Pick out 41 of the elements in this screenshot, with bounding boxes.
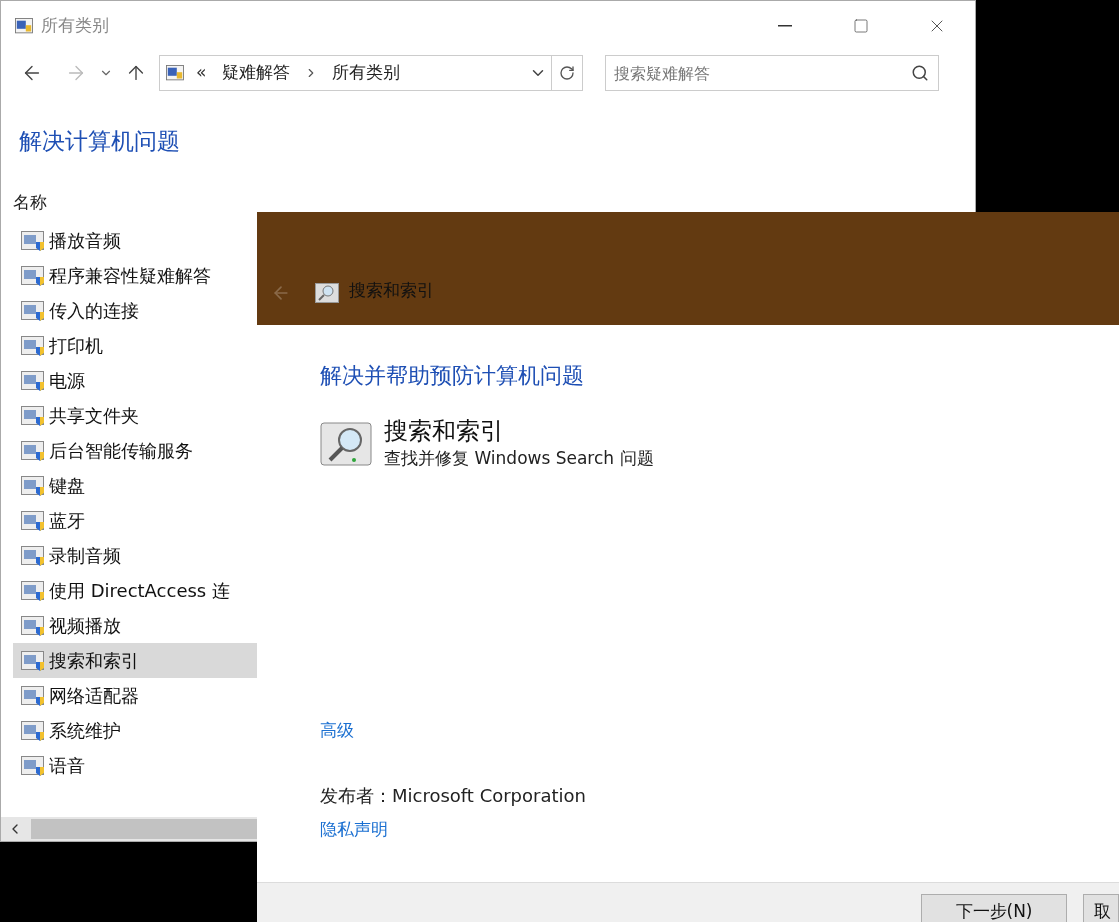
search-field[interactable]: 搜索疑难解答 — [605, 55, 939, 91]
program-icon — [21, 300, 45, 321]
magnifier-icon — [320, 422, 372, 466]
breadcrumb[interactable]: 所有类别 — [332, 60, 401, 86]
program-icon — [21, 650, 45, 671]
privacy-link[interactable]: 隐私声明 — [320, 816, 388, 842]
magnifier-icon — [315, 283, 339, 303]
program-icon — [21, 545, 45, 566]
program-icon — [21, 440, 45, 461]
overflow-chevron[interactable]: « — [196, 60, 207, 86]
window-icon — [15, 18, 33, 34]
troubleshooter-name: 搜索和索引 — [384, 416, 505, 446]
column-header[interactable]: 名称 — [13, 189, 975, 216]
dialog-button[interactable]: 取 — [1083, 894, 1119, 922]
dialog-title: 搜索和索引 — [349, 278, 434, 302]
program-icon — [21, 335, 45, 356]
dialog-button[interactable]: 下一步(N) — [921, 894, 1067, 922]
search-icon — [911, 64, 929, 82]
program-icon — [21, 755, 45, 776]
program-icon — [21, 475, 45, 496]
program-icon — [21, 230, 45, 251]
advanced-link[interactable]: 高级 — [320, 718, 354, 744]
program-icon — [21, 265, 45, 286]
address-bar[interactable]: « 疑难解答 所有类别 — [159, 55, 583, 91]
window-title: 所有类别 — [41, 14, 109, 38]
minimize-icon — [778, 25, 792, 27]
program-icon — [21, 615, 45, 636]
program-icon — [21, 720, 45, 741]
program-icon — [21, 370, 45, 391]
program-icon — [21, 510, 45, 531]
control-panel-icon — [166, 65, 184, 81]
program-icon — [21, 580, 45, 601]
dialog-heading: 解决并帮助预防计算机问题 — [320, 362, 585, 390]
publisher-text: 发布者：Microsoft Corporation — [320, 783, 587, 808]
refresh-icon — [559, 65, 575, 81]
breadcrumb[interactable]: 疑难解答 — [222, 60, 291, 86]
troubleshooter-description: 查找并修复 Windows Search 问题 — [384, 447, 654, 470]
page-heading: 解决计算机问题 — [19, 127, 181, 156]
maximize-icon — [853, 18, 869, 34]
program-icon — [21, 685, 45, 706]
program-icon — [21, 405, 45, 426]
